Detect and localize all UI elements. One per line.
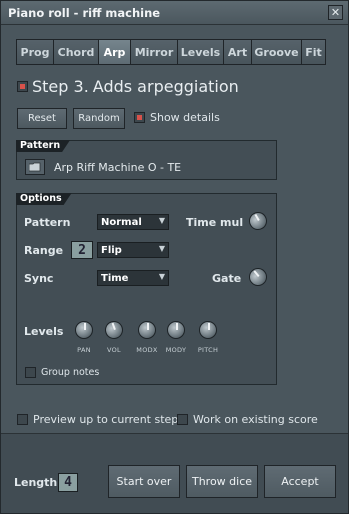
work-existing-label: Work on existing score [193,413,318,426]
step-title: Adds arpeggiation [92,77,239,96]
show-details-toggle[interactable]: Show details [134,111,220,124]
pitch-knob-label: PITCH [197,346,219,354]
sync-dropdown-value: Time [101,272,129,284]
group-notes-label: Group notes [41,367,100,378]
time-mul-knob[interactable] [245,208,271,234]
reset-button[interactable]: Reset [17,108,67,129]
chevron-down-icon: ▼ [158,272,165,281]
chevron-down-icon: ▼ [158,244,165,253]
title-bar[interactable]: Piano roll - riff machine ✕ [1,1,348,25]
range-label: Range [24,244,64,257]
options-group-title: Options [16,193,72,205]
start-over-button[interactable]: Start over [108,465,180,498]
levels-label: Levels [24,325,64,338]
work-existing-toggle[interactable]: Work on existing score [177,413,318,426]
time-mul-label: Time mul [186,216,244,229]
mody-knob-label: MODY [165,346,187,354]
modx-knob-label: MODX [136,346,158,354]
pattern-group-title: Pattern [16,140,70,152]
tab-chord[interactable]: Chord [54,40,99,64]
tab-art[interactable]: Art [224,40,252,64]
tab-bar: Prog Chord Arp Mirror Levels Art Groove … [16,39,326,65]
pattern-group: Pattern Arp Riff Machine O - TE [16,140,277,180]
gate-knob[interactable] [245,264,271,290]
window-title: Piano roll - riff machine [8,6,161,20]
tab-arp[interactable]: Arp [99,40,131,64]
range-number-field[interactable]: 2 [71,241,93,259]
tab-levels[interactable]: Levels [178,40,224,64]
close-icon: ✕ [330,6,341,19]
tab-fit[interactable]: Fit [302,40,325,64]
close-button[interactable]: ✕ [328,5,343,20]
step-number: Step 3. [32,77,89,96]
show-details-label: Show details [150,111,220,124]
pitch-knob[interactable] [199,321,217,339]
pan-knob[interactable] [75,321,93,339]
group-notes-toggle[interactable]: Group notes [25,367,99,378]
length-label: Length [14,476,58,489]
preview-toggle[interactable]: Preview up to current step [17,413,178,426]
pattern-dropdown-value: Normal [101,216,142,228]
tab-mirror[interactable]: Mirror [131,40,178,64]
pattern-name: Arp Riff Machine O - TE [54,161,182,174]
show-details-checkbox[interactable] [134,112,145,123]
options-group: Options Pattern Normal ▼ Time mul Range … [16,193,277,385]
sync-dropdown[interactable]: Time ▼ [97,270,169,286]
step-heading: Step 3. Adds arpeggiation [17,77,239,96]
preview-checkbox[interactable] [17,414,28,425]
preview-label: Preview up to current step [33,413,179,426]
folder-icon [29,162,41,172]
throw-dice-button[interactable]: Throw dice [186,465,258,498]
tab-groove[interactable]: Groove [252,40,302,64]
browse-pattern-button[interactable] [25,159,45,175]
modx-knob[interactable] [138,321,156,339]
chevron-down-icon: ▼ [158,216,165,225]
range-dropdown[interactable]: Flip ▼ [97,242,169,258]
riff-machine-window: Piano roll - riff machine ✕ Prog Chord A… [0,0,349,514]
pan-knob-label: PAN [77,346,91,354]
group-notes-checkbox[interactable] [25,367,36,378]
mody-knob[interactable] [167,321,185,339]
gate-label: Gate [212,272,242,285]
pattern-label: Pattern [24,216,71,229]
tab-prog[interactable]: Prog [17,40,54,64]
vol-knob[interactable] [102,318,126,342]
work-existing-checkbox[interactable] [177,414,188,425]
length-number-field[interactable]: 4 [58,473,78,492]
range-dropdown-value: Flip [101,244,122,256]
vol-knob-label: VOL [107,346,121,354]
pattern-dropdown[interactable]: Normal ▼ [97,214,169,230]
random-button[interactable]: Random [73,108,125,129]
step-enable-checkbox[interactable] [17,81,28,92]
accept-button[interactable]: Accept [264,465,336,498]
sync-label: Sync [24,272,54,285]
